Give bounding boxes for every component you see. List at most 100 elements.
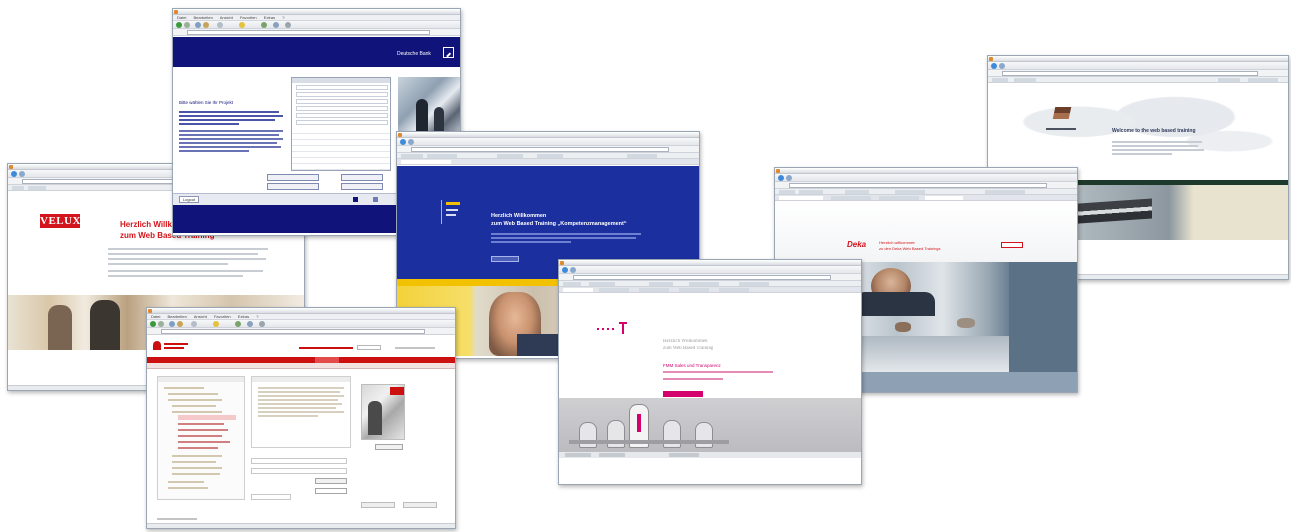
favorites-icon[interactable] bbox=[213, 321, 219, 327]
menu-item[interactable]: ? bbox=[282, 15, 284, 20]
sparkasse-input-row[interactable] bbox=[251, 494, 291, 500]
list-item[interactable] bbox=[296, 113, 388, 118]
forward-icon[interactable] bbox=[184, 22, 190, 28]
shipping-flag-icon bbox=[1052, 107, 1072, 119]
window-deka-address-bar[interactable] bbox=[775, 182, 1077, 189]
back-icon[interactable] bbox=[778, 175, 784, 181]
history-icon[interactable] bbox=[235, 321, 241, 327]
list-item[interactable] bbox=[296, 99, 388, 104]
history-icon[interactable] bbox=[261, 22, 267, 28]
back-icon[interactable] bbox=[150, 321, 156, 327]
db-logout-button[interactable]: Logout bbox=[179, 196, 199, 203]
url-field[interactable] bbox=[411, 147, 669, 152]
menu-item[interactable]: Bearbeiten bbox=[193, 15, 212, 20]
sparkasse-content-panel bbox=[251, 376, 351, 448]
db-action-button[interactable] bbox=[341, 174, 383, 181]
url-field[interactable] bbox=[573, 275, 831, 280]
sparkasse-select[interactable] bbox=[315, 488, 347, 494]
sparkasse-next-button[interactable] bbox=[403, 502, 437, 508]
back-icon[interactable] bbox=[176, 22, 182, 28]
sparkasse-header bbox=[147, 335, 455, 357]
forward-icon[interactable] bbox=[786, 175, 792, 181]
menu-item[interactable]: Datei bbox=[177, 15, 186, 20]
menu-item[interactable]: Ansicht bbox=[194, 314, 207, 319]
menu-item[interactable]: Datei bbox=[151, 314, 160, 319]
forward-icon[interactable] bbox=[158, 321, 164, 327]
search-icon[interactable] bbox=[191, 321, 197, 327]
list-item[interactable] bbox=[296, 92, 388, 97]
menu-item[interactable]: Extras bbox=[238, 314, 249, 319]
list-item[interactable] bbox=[296, 85, 388, 90]
window-telekom[interactable]: Herzlich Willkommen zum Web Based Traini… bbox=[558, 259, 862, 485]
forward-icon[interactable] bbox=[999, 63, 1005, 69]
url-field[interactable] bbox=[161, 329, 425, 334]
mail-icon[interactable] bbox=[247, 321, 253, 327]
menu-item[interactable]: Favoriten bbox=[240, 15, 257, 20]
sparkasse-input-row[interactable] bbox=[251, 468, 347, 474]
telekom-heading-line1: Herzlich Willkommen bbox=[663, 339, 708, 344]
window-telekom-address-bar[interactable] bbox=[559, 274, 861, 281]
sparkasse-input-row[interactable] bbox=[251, 458, 347, 464]
telekom-heading-line2: zum Web Based Training bbox=[663, 346, 714, 351]
tree-item-selected[interactable] bbox=[178, 415, 236, 420]
db-brand-text: Deutsche Bank bbox=[397, 51, 431, 57]
window-sparkasse-statusbar bbox=[147, 523, 455, 528]
db-header-bar: Deutsche Bank bbox=[173, 37, 460, 67]
browser-icon bbox=[398, 133, 402, 137]
telekom-start-button[interactable] bbox=[663, 391, 703, 397]
forward-icon[interactable] bbox=[570, 267, 576, 273]
window-kompetenz-toolbar bbox=[397, 138, 699, 146]
url-field[interactable] bbox=[789, 183, 1047, 188]
db-action-button[interactable] bbox=[267, 183, 319, 190]
telekom-taskbar bbox=[559, 452, 861, 458]
menu-item[interactable]: Favoriten bbox=[214, 314, 231, 319]
sparkasse-subnav bbox=[147, 363, 455, 369]
db-action-button[interactable] bbox=[341, 183, 383, 190]
sparkasse-search-button[interactable] bbox=[315, 478, 347, 484]
print-icon[interactable] bbox=[259, 321, 265, 327]
db-project-list[interactable] bbox=[291, 77, 391, 171]
window-telekom-tabbar bbox=[559, 287, 861, 293]
favorites-icon[interactable] bbox=[239, 22, 245, 28]
shipping-logo-text bbox=[1046, 128, 1076, 130]
forward-icon[interactable] bbox=[19, 171, 25, 177]
search-icon[interactable] bbox=[217, 22, 223, 28]
window-sparkasse[interactable]: Datei Bearbeiten Ansicht Favoriten Extra… bbox=[146, 307, 456, 529]
back-icon[interactable] bbox=[11, 171, 17, 177]
window-sparkasse-address-bar[interactable] bbox=[147, 328, 455, 335]
menu-item[interactable]: Ansicht bbox=[220, 15, 233, 20]
url-field[interactable] bbox=[187, 30, 430, 35]
list-item[interactable] bbox=[296, 120, 388, 125]
print-icon[interactable] bbox=[285, 22, 291, 28]
deka-start-button[interactable] bbox=[1001, 242, 1023, 248]
back-icon[interactable] bbox=[991, 63, 997, 69]
url-field[interactable] bbox=[1002, 71, 1258, 76]
menu-item[interactable]: Bearbeiten bbox=[167, 314, 186, 319]
telekom-subheading: FMM Sales und Transparenz bbox=[663, 363, 721, 368]
window-db-toolbar bbox=[173, 21, 460, 29]
window-shipping-address-bar[interactable] bbox=[988, 70, 1288, 77]
sparkasse-enlarge-button[interactable] bbox=[375, 444, 403, 450]
db-action-button[interactable] bbox=[267, 174, 319, 181]
home-icon[interactable] bbox=[203, 22, 209, 28]
back-icon[interactable] bbox=[562, 267, 568, 273]
window-kompetenz-address-bar[interactable] bbox=[397, 146, 699, 153]
menu-item[interactable]: ? bbox=[256, 314, 258, 319]
forward-icon[interactable] bbox=[408, 139, 414, 145]
back-icon[interactable] bbox=[400, 139, 406, 145]
home-icon[interactable] bbox=[177, 321, 183, 327]
sparkasse-next-button[interactable] bbox=[361, 502, 395, 508]
mail-icon[interactable] bbox=[273, 22, 279, 28]
refresh-icon[interactable] bbox=[195, 22, 201, 28]
deka-header: Deka Herzlich willkommen zu den Deka Web… bbox=[775, 202, 1077, 262]
sparkasse-logo-icon bbox=[153, 341, 161, 350]
browser-icon bbox=[776, 169, 780, 173]
window-sparkasse-toolbar bbox=[147, 320, 455, 328]
sparkasse-thumbnail bbox=[361, 384, 405, 440]
sparkasse-tree-panel[interactable] bbox=[157, 376, 245, 500]
window-db-address-bar[interactable] bbox=[173, 29, 460, 36]
list-item[interactable] bbox=[296, 106, 388, 111]
kompetenz-start-button[interactable] bbox=[491, 256, 519, 262]
refresh-icon[interactable] bbox=[169, 321, 175, 327]
menu-item[interactable]: Extras bbox=[264, 15, 275, 20]
